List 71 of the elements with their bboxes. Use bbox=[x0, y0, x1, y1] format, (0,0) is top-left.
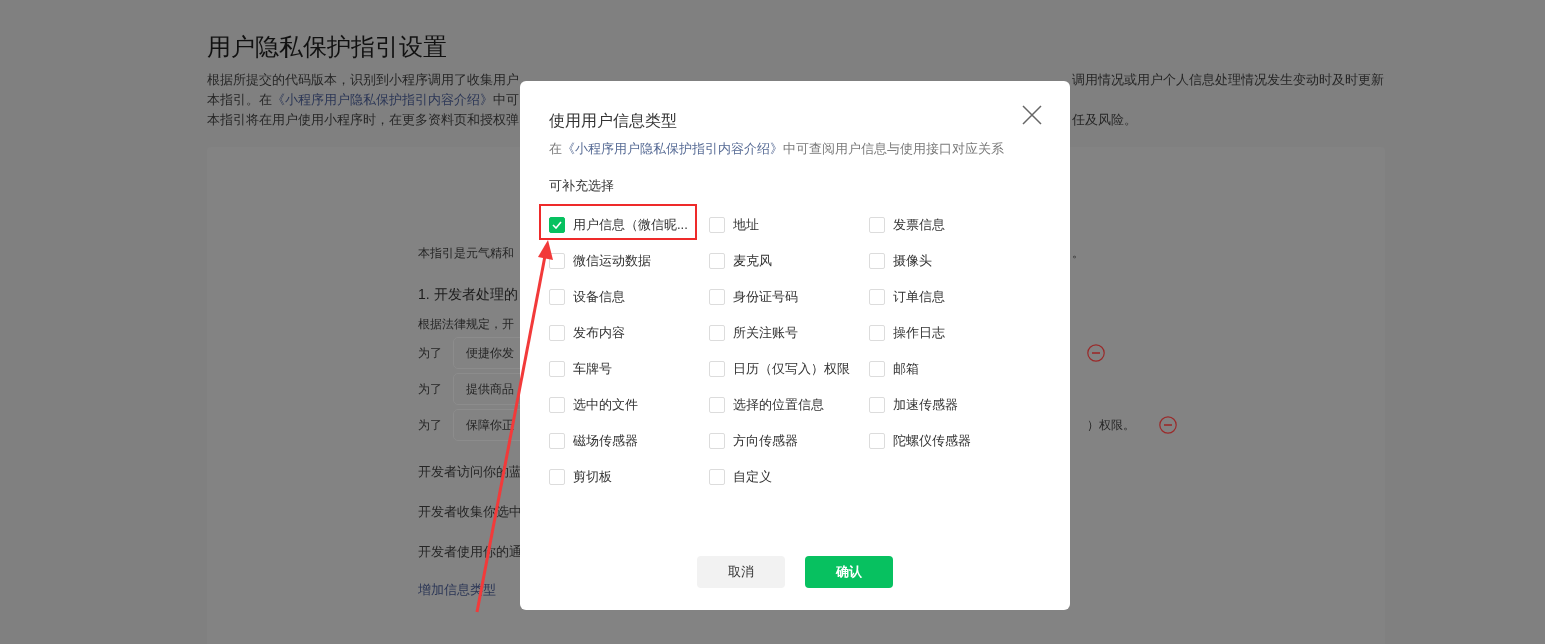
checkbox[interactable] bbox=[709, 433, 725, 449]
checkbox[interactable] bbox=[709, 253, 725, 269]
paragraph-text: 在 bbox=[549, 141, 562, 156]
option-label[interactable]: 剪切板 bbox=[573, 468, 612, 486]
checkbox[interactable] bbox=[709, 325, 725, 341]
purpose-label: 为了 bbox=[418, 380, 443, 398]
dialog-title: 使用用户信息类型 bbox=[549, 111, 677, 131]
option-label[interactable]: 磁场传感器 bbox=[573, 432, 638, 450]
option-label[interactable]: 用户信息（微信昵... bbox=[573, 216, 688, 234]
checkbox[interactable] bbox=[549, 217, 565, 233]
option-label[interactable]: 微信运动数据 bbox=[573, 252, 651, 270]
paragraph-text: 任及风险。 bbox=[1072, 112, 1137, 129]
checkbox[interactable] bbox=[549, 325, 565, 341]
paragraph-text: ）权限。 bbox=[1087, 416, 1135, 434]
close-icon[interactable] bbox=[1022, 105, 1042, 125]
checkbox[interactable] bbox=[869, 289, 885, 305]
checkbox[interactable] bbox=[869, 217, 885, 233]
option-label[interactable]: 方向传感器 bbox=[733, 432, 798, 450]
checkbox[interactable] bbox=[709, 397, 725, 413]
checkbox[interactable] bbox=[869, 433, 885, 449]
option-label[interactable]: 日历（仅写入）权限 bbox=[733, 360, 850, 378]
checkbox[interactable] bbox=[869, 325, 885, 341]
option-label[interactable]: 发票信息 bbox=[893, 216, 945, 234]
checkbox[interactable] bbox=[709, 289, 725, 305]
paragraph-text: 本指引是元气精和 bbox=[418, 246, 514, 260]
checkbox[interactable] bbox=[869, 397, 885, 413]
remove-icon[interactable] bbox=[1087, 344, 1105, 362]
option-label[interactable]: 地址 bbox=[733, 216, 759, 234]
option-label[interactable]: 所关注账号 bbox=[733, 324, 798, 342]
checkbox[interactable] bbox=[709, 361, 725, 377]
paragraph-text: 根据所提交的代码版本，识别到小程序调用了收集用户 bbox=[207, 73, 519, 87]
checkbox[interactable] bbox=[549, 361, 565, 377]
checkbox[interactable] bbox=[549, 469, 565, 485]
checkbox[interactable] bbox=[869, 361, 885, 377]
paragraph-text: 本指引。在 bbox=[207, 93, 272, 107]
option-label[interactable]: 操作日志 bbox=[893, 324, 945, 342]
option-label[interactable]: 邮箱 bbox=[893, 360, 919, 378]
purpose-label: 为了 bbox=[418, 344, 443, 362]
section-title: 1. 开发者处理的 bbox=[418, 286, 518, 304]
checkbox[interactable] bbox=[549, 433, 565, 449]
checkbox[interactable] bbox=[869, 253, 885, 269]
page-title: 用户隐私保护指引设置 bbox=[207, 32, 448, 62]
guide-link[interactable]: 《小程序用户隐私保护指引内容介绍》 bbox=[562, 141, 783, 156]
paragraph-text: 根据法律规定，开 bbox=[418, 316, 514, 333]
option-label[interactable]: 加速传感器 bbox=[893, 396, 958, 414]
checkbox[interactable] bbox=[549, 253, 565, 269]
option-label[interactable]: 订单信息 bbox=[893, 288, 945, 306]
option-label[interactable]: 发布内容 bbox=[573, 324, 625, 342]
option-label[interactable]: 选择的位置信息 bbox=[733, 396, 824, 414]
option-label[interactable]: 麦克风 bbox=[733, 252, 772, 270]
option-label[interactable]: 陀螺仪传感器 bbox=[893, 432, 971, 450]
section-label: 可补充选择 bbox=[549, 177, 615, 195]
option-label[interactable]: 身份证号码 bbox=[733, 288, 798, 306]
option-label[interactable]: 车牌号 bbox=[573, 360, 612, 378]
paragraph-text: 调用情况或用户个人信息处理情况发生变动时及时更新 bbox=[1072, 72, 1384, 89]
purpose-label: 为了 bbox=[418, 416, 443, 434]
cancel-button[interactable]: 取消 bbox=[697, 556, 785, 588]
checkbox[interactable] bbox=[709, 469, 725, 485]
option-label[interactable]: 摄像头 bbox=[893, 252, 932, 270]
option-label[interactable]: 设备信息 bbox=[573, 288, 625, 306]
paragraph-text: 中可查阅用户信息与使用接口对应关系 bbox=[783, 141, 1004, 156]
checkbox[interactable] bbox=[549, 397, 565, 413]
paragraph-text: 本指引将在用户使用小程序时，在更多资料页和授权弹 bbox=[207, 113, 519, 127]
checkbox[interactable] bbox=[549, 289, 565, 305]
checkmark-icon bbox=[552, 221, 562, 229]
checkbox[interactable] bbox=[709, 217, 725, 233]
option-label[interactable]: 选中的文件 bbox=[573, 396, 638, 414]
remove-icon[interactable] bbox=[1159, 416, 1177, 434]
paragraph-text: 。 bbox=[1072, 245, 1084, 262]
option-label[interactable]: 自定义 bbox=[733, 468, 772, 486]
paragraph-text: 中可 bbox=[493, 93, 519, 107]
